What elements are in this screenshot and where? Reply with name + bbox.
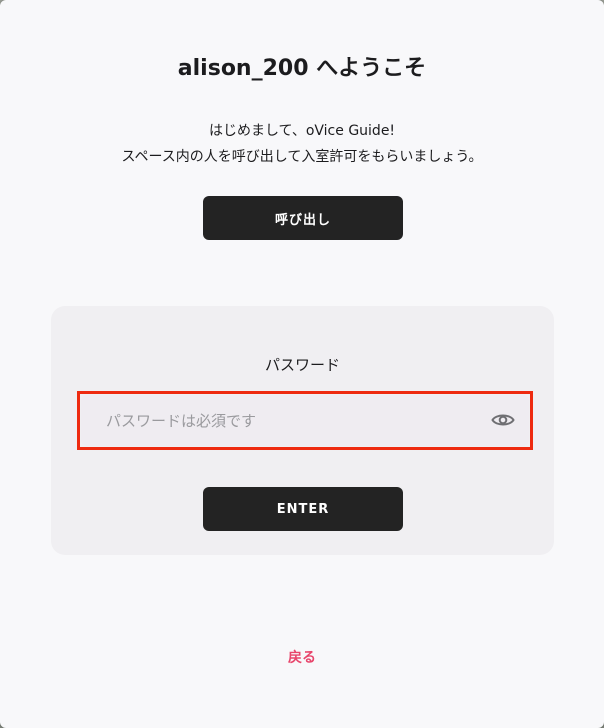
back-link-container: 戻る: [0, 646, 604, 670]
eye-icon[interactable]: [490, 409, 516, 431]
description-line-2: スペース内の人を呼び出して入室許可をもらいましょう。: [121, 149, 483, 165]
welcome-dialog: alison_200 へようこそ はじめまして、oVice Guide! スペー…: [0, 0, 604, 728]
dialog-title: alison_200 へようこそ: [177, 56, 427, 81]
password-field-highlight: [77, 391, 533, 450]
description-line-1: はじめまして、oVice Guide!: [208, 123, 396, 139]
password-input[interactable]: [81, 395, 529, 446]
enter-button[interactable]: ENTER: [203, 487, 403, 531]
dialog-description: はじめまして、oVice Guide! スペース内の人を呼び出して入室許可をもら…: [0, 118, 604, 170]
back-link[interactable]: 戻る: [288, 650, 316, 666]
password-panel: パスワード ENTER: [51, 306, 554, 555]
password-label: パスワード: [264, 356, 340, 374]
call-button[interactable]: 呼び出し: [203, 196, 403, 240]
